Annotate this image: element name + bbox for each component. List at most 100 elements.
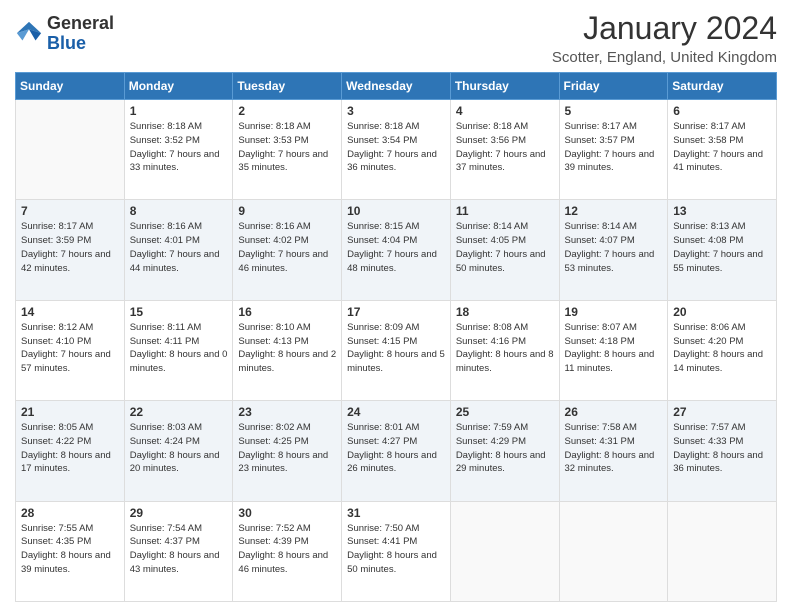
- location: Scotter, England, United Kingdom: [552, 49, 777, 66]
- day-info: Sunrise: 7:52 AMSunset: 4:39 PMDaylight:…: [238, 522, 336, 577]
- calendar-day-cell: 1 Sunrise: 8:18 AMSunset: 3:52 PMDaylight…: [124, 100, 233, 200]
- day-info: Sunrise: 8:13 AMSunset: 4:08 PMDaylight:…: [673, 220, 771, 275]
- day-info: Sunrise: 7:59 AMSunset: 4:29 PMDaylight:…: [456, 421, 554, 476]
- calendar-day-header: Friday: [559, 73, 668, 100]
- calendar-day-cell: [559, 501, 668, 601]
- calendar-day-cell: 2 Sunrise: 8:18 AMSunset: 3:53 PMDaylight…: [233, 100, 342, 200]
- calendar-day-cell: 20 Sunrise: 8:06 AMSunset: 4:20 PMDayligh…: [668, 300, 777, 400]
- calendar-day-cell: 14 Sunrise: 8:12 AMSunset: 4:10 PMDayligh…: [16, 300, 125, 400]
- day-number: 24: [347, 405, 445, 419]
- calendar-day-header: Tuesday: [233, 73, 342, 100]
- calendar-day-cell: 22 Sunrise: 8:03 AMSunset: 4:24 PMDayligh…: [124, 401, 233, 501]
- day-number: 28: [21, 506, 119, 520]
- day-info: Sunrise: 8:15 AMSunset: 4:04 PMDaylight:…: [347, 220, 445, 275]
- day-number: 13: [673, 204, 771, 218]
- calendar-day-cell: 21 Sunrise: 8:05 AMSunset: 4:22 PMDayligh…: [16, 401, 125, 501]
- calendar-day-cell: 3 Sunrise: 8:18 AMSunset: 3:54 PMDaylight…: [342, 100, 451, 200]
- day-info: Sunrise: 8:09 AMSunset: 4:15 PMDaylight:…: [347, 321, 445, 376]
- calendar-day-header: Monday: [124, 73, 233, 100]
- day-info: Sunrise: 7:55 AMSunset: 4:35 PMDaylight:…: [21, 522, 119, 577]
- calendar-day-cell: 8 Sunrise: 8:16 AMSunset: 4:01 PMDaylight…: [124, 200, 233, 300]
- day-info: Sunrise: 8:18 AMSunset: 3:52 PMDaylight:…: [130, 120, 228, 175]
- day-number: 12: [565, 204, 663, 218]
- calendar-day-cell: 23 Sunrise: 8:02 AMSunset: 4:25 PMDayligh…: [233, 401, 342, 501]
- day-info: Sunrise: 8:08 AMSunset: 4:16 PMDaylight:…: [456, 321, 554, 376]
- day-info: Sunrise: 8:17 AMSunset: 3:58 PMDaylight:…: [673, 120, 771, 175]
- calendar-day-cell: 10 Sunrise: 8:15 AMSunset: 4:04 PMDayligh…: [342, 200, 451, 300]
- page: General Blue January 2024 Scotter, Engla…: [0, 0, 792, 612]
- calendar-day-cell: 11Sunrise: 8:14 AMSunset: 4:05 PMDayligh…: [450, 200, 559, 300]
- calendar-day-cell: 25 Sunrise: 7:59 AMSunset: 4:29 PMDayligh…: [450, 401, 559, 501]
- day-info: Sunrise: 8:16 AMSunset: 4:01 PMDaylight:…: [130, 220, 228, 275]
- day-info: Sunrise: 8:17 AMSunset: 3:57 PMDaylight:…: [565, 120, 663, 175]
- calendar-table: SundayMondayTuesdayWednesdayThursdayFrid…: [15, 72, 777, 602]
- logo: General Blue: [15, 14, 114, 54]
- month-title: January 2024: [552, 10, 777, 47]
- calendar-week-row: 21 Sunrise: 8:05 AMSunset: 4:22 PMDayligh…: [16, 401, 777, 501]
- logo-text: General Blue: [47, 14, 114, 54]
- day-number: 16: [238, 305, 336, 319]
- day-number: 3: [347, 104, 445, 118]
- day-info: Sunrise: 8:07 AMSunset: 4:18 PMDaylight:…: [565, 321, 663, 376]
- day-info: Sunrise: 8:16 AMSunset: 4:02 PMDaylight:…: [238, 220, 336, 275]
- day-number: 23: [238, 405, 336, 419]
- calendar-week-row: 14 Sunrise: 8:12 AMSunset: 4:10 PMDayligh…: [16, 300, 777, 400]
- day-number: 26: [565, 405, 663, 419]
- day-number: 6: [673, 104, 771, 118]
- day-number: 15: [130, 305, 228, 319]
- day-info: Sunrise: 8:06 AMSunset: 4:20 PMDaylight:…: [673, 321, 771, 376]
- day-info: Sunrise: 8:03 AMSunset: 4:24 PMDaylight:…: [130, 421, 228, 476]
- header: General Blue January 2024 Scotter, Engla…: [15, 10, 777, 66]
- calendar-week-row: 1 Sunrise: 8:18 AMSunset: 3:52 PMDaylight…: [16, 100, 777, 200]
- day-info: Sunrise: 8:18 AMSunset: 3:53 PMDaylight:…: [238, 120, 336, 175]
- day-info: Sunrise: 8:05 AMSunset: 4:22 PMDaylight:…: [21, 421, 119, 476]
- calendar-day-cell: [450, 501, 559, 601]
- day-info: Sunrise: 8:10 AMSunset: 4:13 PMDaylight:…: [238, 321, 336, 376]
- calendar-day-cell: 13 Sunrise: 8:13 AMSunset: 4:08 PMDayligh…: [668, 200, 777, 300]
- day-info: Sunrise: 8:11 AMSunset: 4:11 PMDaylight:…: [130, 321, 228, 376]
- day-info: Sunrise: 8:14 AMSunset: 4:05 PMDaylight:…: [456, 220, 554, 275]
- day-number: 8: [130, 204, 228, 218]
- day-info: Sunrise: 8:02 AMSunset: 4:25 PMDaylight:…: [238, 421, 336, 476]
- calendar-day-cell: [668, 501, 777, 601]
- calendar-day-cell: 19 Sunrise: 8:07 AMSunset: 4:18 PMDayligh…: [559, 300, 668, 400]
- day-number: 17: [347, 305, 445, 319]
- day-number: 21: [21, 405, 119, 419]
- calendar-day-cell: 7Sunrise: 8:17 AMSunset: 3:59 PMDaylight…: [16, 200, 125, 300]
- calendar-day-cell: 15 Sunrise: 8:11 AMSunset: 4:11 PMDayligh…: [124, 300, 233, 400]
- day-number: 31: [347, 506, 445, 520]
- calendar-day-header: Thursday: [450, 73, 559, 100]
- day-info: Sunrise: 7:57 AMSunset: 4:33 PMDaylight:…: [673, 421, 771, 476]
- day-number: 2: [238, 104, 336, 118]
- day-number: 10: [347, 204, 445, 218]
- calendar-week-row: 28 Sunrise: 7:55 AMSunset: 4:35 PMDayligh…: [16, 501, 777, 601]
- day-number: 25: [456, 405, 554, 419]
- day-number: 27: [673, 405, 771, 419]
- calendar-day-cell: 30 Sunrise: 7:52 AMSunset: 4:39 PMDayligh…: [233, 501, 342, 601]
- calendar-day-cell: [16, 100, 125, 200]
- day-info: Sunrise: 7:58 AMSunset: 4:31 PMDaylight:…: [565, 421, 663, 476]
- day-number: 19: [565, 305, 663, 319]
- calendar-day-cell: 29Sunrise: 7:54 AMSunset: 4:37 PMDayligh…: [124, 501, 233, 601]
- logo-blue: Blue: [47, 34, 114, 54]
- logo-icon: [15, 20, 43, 48]
- day-number: 30: [238, 506, 336, 520]
- calendar-day-cell: 6 Sunrise: 8:17 AMSunset: 3:58 PMDaylight…: [668, 100, 777, 200]
- day-number: 20: [673, 305, 771, 319]
- calendar-day-cell: 4Sunrise: 8:18 AMSunset: 3:56 PMDaylight…: [450, 100, 559, 200]
- day-number: 14: [21, 305, 119, 319]
- day-number: 1: [130, 104, 228, 118]
- calendar-week-row: 7Sunrise: 8:17 AMSunset: 3:59 PMDaylight…: [16, 200, 777, 300]
- calendar-day-cell: 28 Sunrise: 7:55 AMSunset: 4:35 PMDayligh…: [16, 501, 125, 601]
- calendar-day-cell: 31Sunrise: 7:50 AMSunset: 4:41 PMDayligh…: [342, 501, 451, 601]
- calendar-day-cell: 17 Sunrise: 8:09 AMSunset: 4:15 PMDayligh…: [342, 300, 451, 400]
- calendar-day-cell: 24 Sunrise: 8:01 AMSunset: 4:27 PMDayligh…: [342, 401, 451, 501]
- day-number: 22: [130, 405, 228, 419]
- calendar-day-cell: 18Sunrise: 8:08 AMSunset: 4:16 PMDayligh…: [450, 300, 559, 400]
- day-info: Sunrise: 8:18 AMSunset: 3:54 PMDaylight:…: [347, 120, 445, 175]
- day-info: Sunrise: 8:01 AMSunset: 4:27 PMDaylight:…: [347, 421, 445, 476]
- calendar-day-cell: 27 Sunrise: 7:57 AMSunset: 4:33 PMDayligh…: [668, 401, 777, 501]
- day-info: Sunrise: 8:12 AMSunset: 4:10 PMDaylight:…: [21, 321, 119, 376]
- calendar-day-cell: 26 Sunrise: 7:58 AMSunset: 4:31 PMDayligh…: [559, 401, 668, 501]
- day-number: 9: [238, 204, 336, 218]
